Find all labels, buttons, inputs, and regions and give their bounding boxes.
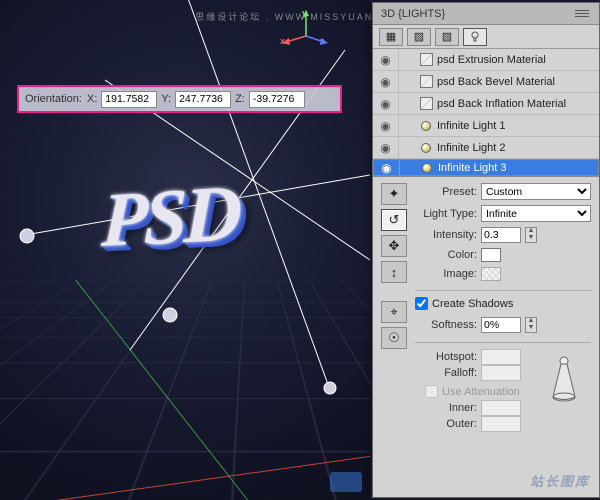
filter-mesh-button[interactable]: ▨ [407,28,431,46]
create-shadows-checkbox[interactable] [415,297,428,310]
pan-light-button[interactable]: ✥ [381,235,407,257]
slide-light-button[interactable]: ↕ [381,261,407,283]
x-label: X: [87,93,97,105]
inner-label: Inner: [415,402,477,414]
light-type-label: Light Type: [415,208,477,220]
material-icon [417,97,435,110]
use-attenuation-checkbox [425,385,438,398]
orientation-z-input[interactable] [249,91,305,108]
color-swatch[interactable] [481,248,501,262]
point-at-origin-button[interactable]: ⌖ [381,301,407,323]
layer-row-material[interactable]: ◉ psd Back Bevel Material [373,71,599,93]
light-type-select[interactable]: Infinite [481,205,591,222]
filter-lights-button[interactable] [463,28,487,46]
use-attenuation-label: Use Attenuation [442,386,520,398]
orientation-y-input[interactable] [175,91,231,108]
image-label: Image: [415,268,477,280]
3d-panel: 3D {LIGHTS} ▦ ▨ ▧ ◉ psd Extrusion Materi… [372,2,600,498]
visibility-toggle[interactable]: ◉ [373,49,399,70]
orientation-x-input[interactable] [101,91,157,108]
create-shadows-label: Create Shadows [432,298,513,310]
visibility-toggle[interactable]: ◉ [373,71,399,92]
panel-tab-bar: 3D {LIGHTS} [373,3,599,25]
property-fields: Preset: Custom Light Type: Infinite Inte… [415,183,591,489]
new-light-button[interactable]: ✦ [381,183,407,205]
visibility-toggle[interactable]: ◉ [373,93,399,114]
layer-row-material[interactable]: ◉ psd Extrusion Material [373,49,599,71]
preset-select[interactable]: Custom [481,183,591,200]
watermark-badge [330,472,362,492]
material-icon [417,53,435,66]
y-label: Y: [161,93,171,105]
layer-label: Infinite Light 3 [436,162,598,174]
light-icon [418,163,436,173]
softness-spinner[interactable]: ▲▼ [525,317,537,333]
layer-label: Infinite Light 1 [435,120,599,132]
filter-materials-button[interactable]: ▧ [435,28,459,46]
softness-input[interactable] [481,317,521,333]
light-tool-strip: ✦ ↺ ✥ ↕ ⌖ ☉ [381,183,409,489]
hotspot-label: Hotspot: [415,351,477,363]
falloff-input [481,365,521,381]
orientation-label: Orientation: [25,93,82,105]
light-icon [417,143,435,153]
outer-input [481,416,521,432]
light-icon [417,121,435,131]
falloff-label: Falloff: [415,367,477,379]
visibility-toggle[interactable]: ◉ [373,115,399,136]
layer-row-light-selected[interactable]: ◉ Infinite Light 3 [373,159,599,176]
panel-title: 3D {LIGHTS} [381,8,445,20]
light-gizmo[interactable] [0,0,370,500]
intensity-input[interactable] [481,227,521,243]
softness-label: Softness: [415,319,477,331]
image-slot[interactable] [481,267,501,281]
filter-row: ▦ ▨ ▧ [373,25,599,49]
outer-label: Outer: [415,418,477,430]
z-label: Z: [235,93,245,105]
light-at-camera-button[interactable]: ☉ [381,327,407,349]
intensity-label: Intensity: [415,229,477,241]
layer-row-material[interactable]: ◉ psd Back Inflation Material [373,93,599,115]
visibility-toggle[interactable]: ◉ [373,137,399,158]
layer-list[interactable]: ◉ psd Extrusion Material ◉ psd Back Beve… [373,49,599,177]
layer-label: psd Back Inflation Material [435,98,599,110]
3d-viewport[interactable]: PSD y x z Orientation: X: Y: Z: [0,0,370,500]
inner-input [481,400,521,416]
light-properties: ✦ ↺ ✥ ↕ ⌖ ☉ Preset: Custom Light Type: I… [373,177,599,497]
watermark-text: 站长图库 [530,471,590,490]
color-label: Color: [415,249,477,261]
preset-label: Preset: [415,186,477,198]
layer-label: psd Back Bevel Material [435,76,599,88]
filter-scene-button[interactable]: ▦ [379,28,403,46]
rotate-light-button[interactable]: ↺ [381,209,407,231]
light-cone-icon [547,355,581,403]
material-icon [417,75,435,88]
layer-row-light[interactable]: ◉ Infinite Light 2 [373,137,599,159]
layer-row-light[interactable]: ◉ Infinite Light 1 [373,115,599,137]
intensity-spinner[interactable]: ▲▼ [525,227,537,243]
orientation-box: Orientation: X: Y: Z: [17,85,342,113]
layer-label: psd Extrusion Material [435,54,599,66]
visibility-toggle[interactable]: ◉ [374,160,400,175]
hotspot-input [481,349,521,365]
layer-label: Infinite Light 2 [435,142,599,154]
panel-flyout-menu-icon[interactable] [573,7,591,21]
